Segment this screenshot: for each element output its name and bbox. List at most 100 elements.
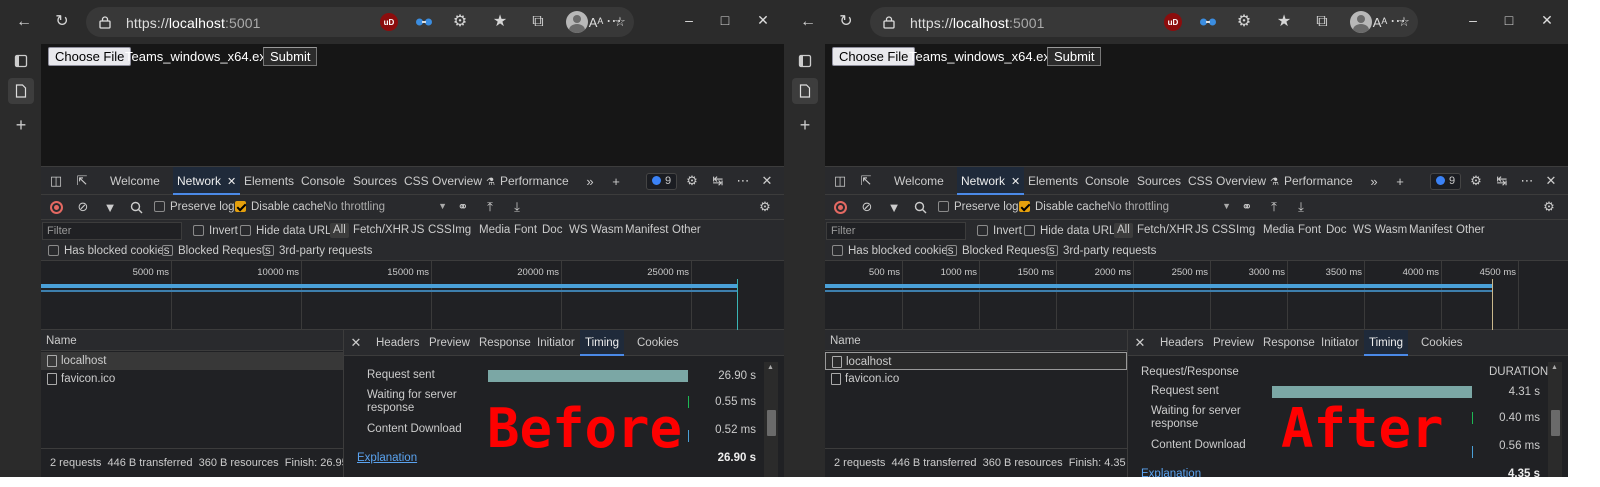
filter-type-manifest[interactable]: Manifest	[1409, 224, 1452, 236]
choose-file-button[interactable]: Choose File	[832, 47, 916, 66]
device-emulation-icon[interactable]: ◫	[48, 173, 64, 189]
detail-tab-response[interactable]: Response	[474, 330, 536, 356]
tab-actions-icon[interactable]	[792, 48, 818, 74]
scroll-up-arrow-icon[interactable]: ▲	[767, 364, 774, 371]
close-detail-icon[interactable]: ✕	[1132, 335, 1148, 351]
ublock-extension-icon[interactable]: uD	[1164, 13, 1182, 31]
import-har-icon[interactable]: ⤒	[1266, 199, 1282, 215]
devtools-more-icon[interactable]: ⋯	[735, 173, 751, 189]
tab-performance[interactable]: Performance	[1280, 167, 1357, 195]
detail-tab-cookies[interactable]: Cookies	[632, 330, 684, 356]
filter-type-font[interactable]: Font	[1298, 224, 1321, 236]
filter-type-img[interactable]: Img	[452, 224, 471, 236]
detail-tab-response[interactable]: Response	[1258, 330, 1320, 356]
close-devtools-icon[interactable]: ✕	[1543, 173, 1559, 189]
preserve-log-checkbox[interactable]: Preserve log	[938, 201, 1019, 213]
inspect-element-icon[interactable]: ⇱	[858, 173, 874, 189]
throttling-select[interactable]: No throttling ▼	[321, 199, 447, 216]
page-tab-icon[interactable]	[8, 78, 34, 104]
tab-sources[interactable]: Sources	[349, 167, 401, 195]
invert-checkbox[interactable]: Invert	[193, 225, 238, 237]
has-blocked-cookies-checkbox[interactable]: Has blocked cookies	[48, 245, 169, 257]
has-blocked-cookies-checkbox[interactable]: Has blocked cookies	[832, 245, 953, 257]
name-column-header[interactable]: Name	[825, 330, 1127, 351]
request-row-favicon-ico[interactable]: favicon.ico	[825, 370, 1127, 388]
filter-type-media[interactable]: Media	[1263, 224, 1294, 236]
detail-scrollbar-thumb[interactable]	[1551, 410, 1560, 436]
tab-console[interactable]: Console	[1081, 167, 1133, 195]
minimize-icon[interactable]: –	[1460, 10, 1486, 30]
tab-elements[interactable]: Elements	[240, 167, 298, 195]
customize-icon[interactable]: ↹	[1494, 173, 1510, 189]
issues-badge[interactable]: 9	[646, 173, 678, 190]
tab-network[interactable]: Network ✕	[173, 167, 241, 195]
new-tab-plus-icon[interactable]: +	[792, 112, 818, 138]
filter-type-other[interactable]: Other	[672, 224, 701, 236]
search-icon[interactable]	[912, 199, 928, 215]
preserve-log-checkbox[interactable]: Preserve log	[154, 201, 235, 213]
detail-scrollbar[interactable]: ▲	[1548, 362, 1562, 477]
network-conditions-icon[interactable]: ⚭	[455, 199, 471, 215]
filter-type-js[interactable]: JS	[411, 224, 424, 236]
filter-type-all[interactable]: All	[1114, 223, 1133, 238]
third-party-checkbox[interactable]: 3rd-party requests	[1047, 245, 1156, 257]
detail-tab-initiator[interactable]: Initiator	[1316, 330, 1364, 356]
explanation-link[interactable]: Explanation	[1141, 468, 1201, 477]
filter-input[interactable]: Filter	[826, 222, 966, 240]
inspect-element-icon[interactable]: ⇱	[74, 173, 90, 189]
network-overview-timeline[interactable]: 500 ms 1000 ms 1500 ms 2000 ms 2500 ms 3000 m…	[825, 261, 1568, 330]
add-tool-plus-icon[interactable]: +	[608, 173, 624, 189]
name-column-header[interactable]: Name	[41, 330, 343, 351]
disable-cache-checkbox[interactable]: Disable cache	[235, 201, 323, 213]
record-icon[interactable]	[834, 201, 847, 214]
third-party-checkbox[interactable]: 3rd-party requests	[263, 245, 372, 257]
detail-tab-timing[interactable]: Timing	[580, 330, 625, 356]
customize-icon[interactable]: ↹	[710, 173, 726, 189]
close-devtools-icon[interactable]: ✕	[759, 173, 775, 189]
collections-icon[interactable]: ⧉	[526, 10, 550, 34]
filter-type-doc[interactable]: Doc	[542, 224, 562, 236]
detail-tab-preview[interactable]: Preview	[424, 330, 475, 356]
extensions-puzzle-icon[interactable]: ⚙	[448, 10, 472, 34]
refresh-icon[interactable]: ↻	[50, 10, 74, 34]
network-settings-gear-icon[interactable]: ⚙	[757, 199, 773, 215]
tab-console[interactable]: Console	[297, 167, 349, 195]
filter-type-wasm[interactable]: Wasm	[591, 224, 623, 236]
filter-type-media[interactable]: Media	[479, 224, 510, 236]
tab-performance[interactable]: Performance	[496, 167, 573, 195]
tab-css-overview[interactable]: CSS Overview ⚗	[400, 167, 499, 195]
submit-button[interactable]: Submit	[1047, 47, 1102, 66]
throttling-select[interactable]: No throttling ▼	[1105, 199, 1231, 216]
close-window-icon[interactable]: ✕	[750, 10, 776, 30]
network-settings-gear-icon[interactable]: ⚙	[1541, 199, 1557, 215]
close-window-icon[interactable]: ✕	[1534, 10, 1560, 30]
device-emulation-icon[interactable]: ◫	[832, 173, 848, 189]
maximize-icon[interactable]: □	[712, 10, 738, 30]
clear-icon[interactable]: ⊘	[859, 199, 875, 215]
new-tab-plus-icon[interactable]: +	[8, 112, 34, 138]
import-har-icon[interactable]: ⤒	[482, 199, 498, 215]
more-options-icon[interactable]: ⋯	[602, 10, 626, 34]
detail-scrollbar[interactable]: ▲	[764, 362, 778, 477]
settings-gear-icon[interactable]: ⚙	[1468, 173, 1484, 189]
request-row-localhost[interactable]: localhost	[41, 352, 343, 370]
record-icon[interactable]	[50, 201, 63, 214]
add-tool-plus-icon[interactable]: +	[1392, 173, 1408, 189]
network-conditions-icon[interactable]: ⚭	[1239, 199, 1255, 215]
detail-tab-cookies[interactable]: Cookies	[1416, 330, 1468, 356]
hide-data-urls-checkbox[interactable]: Hide data URLs	[1024, 225, 1121, 237]
favorites-icon[interactable]: ★	[1272, 10, 1296, 34]
explanation-link[interactable]: Explanation	[357, 452, 417, 465]
issues-badge[interactable]: 9	[1430, 173, 1462, 190]
address-bar[interactable]: https://localhost:5001 Aᴬ ☆	[86, 7, 634, 37]
filter-type-manifest[interactable]: Manifest	[625, 224, 668, 236]
filter-type-css[interactable]: CSS	[428, 224, 452, 236]
filter-input[interactable]: Filter	[42, 222, 182, 240]
profile-avatar[interactable]	[1350, 11, 1372, 33]
disable-cache-checkbox[interactable]: Disable cache	[1019, 201, 1107, 213]
blocked-requests-checkbox[interactable]: Blocked Requests	[946, 245, 1055, 257]
tab-elements[interactable]: Elements	[1024, 167, 1082, 195]
ublock-extension-icon[interactable]: uD	[380, 13, 398, 31]
detail-tab-initiator[interactable]: Initiator	[532, 330, 580, 356]
back-arrow-icon[interactable]: ←	[796, 10, 820, 34]
